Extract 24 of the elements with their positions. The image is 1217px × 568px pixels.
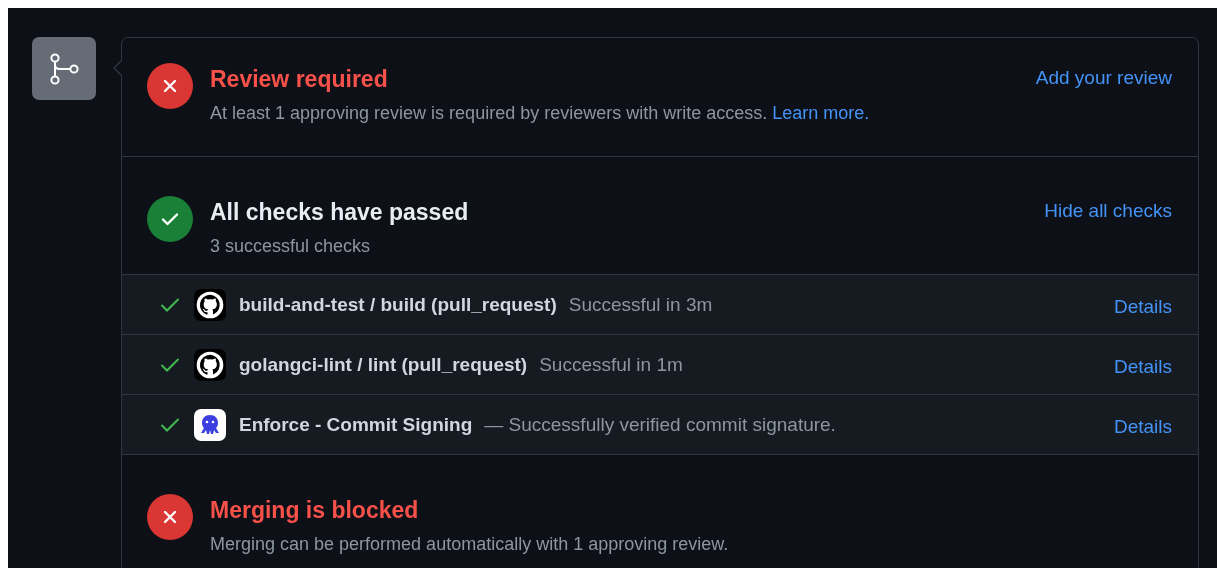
check-description: Successful in 1m xyxy=(539,353,684,376)
details-link[interactable]: Details xyxy=(1113,415,1172,438)
check-description: — Successfully verified commit signature. xyxy=(484,413,837,436)
check-name: golangci-lint / lint (pull_request) xyxy=(239,353,528,376)
octopus-avatar xyxy=(194,408,226,441)
learn-more-link[interactable]: Learn more. xyxy=(772,103,870,123)
section-description: 3 successful checks xyxy=(210,236,372,257)
section-action-link[interactable]: Add your review xyxy=(1035,67,1172,89)
section-title: Merging is blocked xyxy=(210,497,420,524)
section-description: At least 1 approving review is required by reviewers with write access. Learn more. xyxy=(210,103,871,124)
section-action-link[interactable]: Hide all checks xyxy=(1044,200,1172,222)
github-avatar xyxy=(194,288,226,321)
check-name: build-and-test / build (pull_request) xyxy=(239,293,557,316)
check-name: Enforce - Commit Signing xyxy=(239,413,473,436)
github-avatar xyxy=(194,348,226,381)
details-link[interactable]: Details xyxy=(1113,295,1172,318)
section-title: All checks have passed xyxy=(210,199,470,226)
details-link[interactable]: Details xyxy=(1113,355,1172,378)
section-title: Review required xyxy=(210,66,389,93)
section-description: Merging can be performed automatically with 1 approving review. xyxy=(210,534,730,555)
check-description: Successful in 3m xyxy=(568,293,714,316)
close-icon xyxy=(162,78,178,94)
close-icon xyxy=(162,509,178,525)
branch-icon xyxy=(48,51,80,86)
